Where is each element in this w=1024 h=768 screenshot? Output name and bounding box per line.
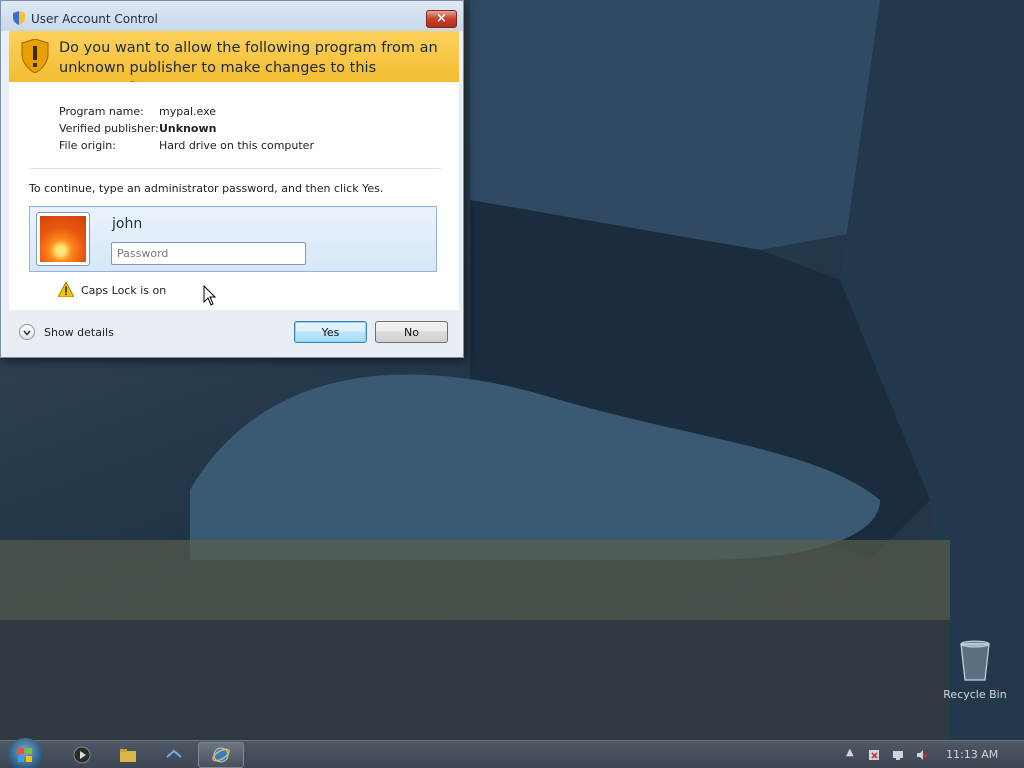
shield-warning-icon	[21, 39, 49, 73]
window-title: User Account Control	[31, 12, 158, 26]
chevron-down-icon[interactable]	[19, 324, 35, 340]
avatar	[36, 212, 90, 266]
dialog-body: Program name: mypal.exe Verified publish…	[9, 82, 459, 310]
folder-icon[interactable]	[118, 745, 138, 765]
origin-value: Hard drive on this computer	[159, 139, 314, 152]
separator	[29, 168, 441, 169]
publisher-label: Verified publisher:	[59, 122, 159, 135]
credential-tile[interactable]: john	[29, 206, 437, 272]
tray-expand-icon[interactable]: ▲	[846, 747, 854, 758]
volume-muted-icon[interactable]	[916, 749, 928, 761]
origin-label: File origin:	[59, 139, 116, 152]
program-name-value: mypal.exe	[159, 105, 217, 118]
chevron-glyph	[23, 330, 31, 336]
wallpaper-bottom	[0, 620, 950, 740]
action-center-icon[interactable]	[868, 749, 880, 761]
recycle-bin[interactable]: Recycle Bin	[940, 636, 1010, 706]
dialog-footer: Show details Yes No	[9, 310, 459, 352]
yes-button[interactable]: Yes	[294, 321, 367, 343]
warning-banner: Do you want to allow the following progr…	[9, 31, 459, 96]
title-bar[interactable]: User Account Control ×	[1, 1, 463, 31]
password-field[interactable]	[111, 242, 306, 265]
user-picture	[40, 216, 86, 262]
network-status-icon[interactable]	[892, 749, 904, 761]
caps-lock-warning: Caps Lock is on	[81, 284, 167, 297]
instruction-text: To continue, type an administrator passw…	[29, 182, 384, 195]
publisher-value: Unknown	[159, 122, 217, 135]
uac-dialog: User Account Control × Do you want to al…	[0, 0, 464, 358]
browser-icon	[212, 747, 230, 763]
shield-icon	[13, 11, 25, 25]
desktop: User Account Control × Do you want to al…	[0, 0, 1024, 768]
username: john	[112, 216, 143, 232]
show-details-link[interactable]: Show details	[44, 326, 114, 339]
network-icon[interactable]	[164, 745, 184, 765]
start-orb-icon[interactable]	[8, 738, 42, 768]
recycle-bin-icon	[960, 640, 990, 681]
close-button[interactable]: ×	[426, 10, 457, 28]
warning-icon	[58, 282, 74, 297]
recycle-bin-label: Recycle Bin	[943, 688, 1007, 701]
taskbar: ▲ 11:13 AM	[0, 738, 1024, 768]
program-name-label: Program name:	[59, 105, 144, 118]
windows-logo	[18, 748, 32, 762]
no-button[interactable]: No	[375, 321, 448, 343]
taskbar-active-button[interactable]	[198, 742, 244, 768]
media-player-icon[interactable]	[72, 745, 92, 765]
clock[interactable]: 11:13 AM	[946, 748, 998, 761]
wallpaper-stripe	[0, 540, 950, 620]
mouse-cursor-icon	[203, 285, 217, 306]
